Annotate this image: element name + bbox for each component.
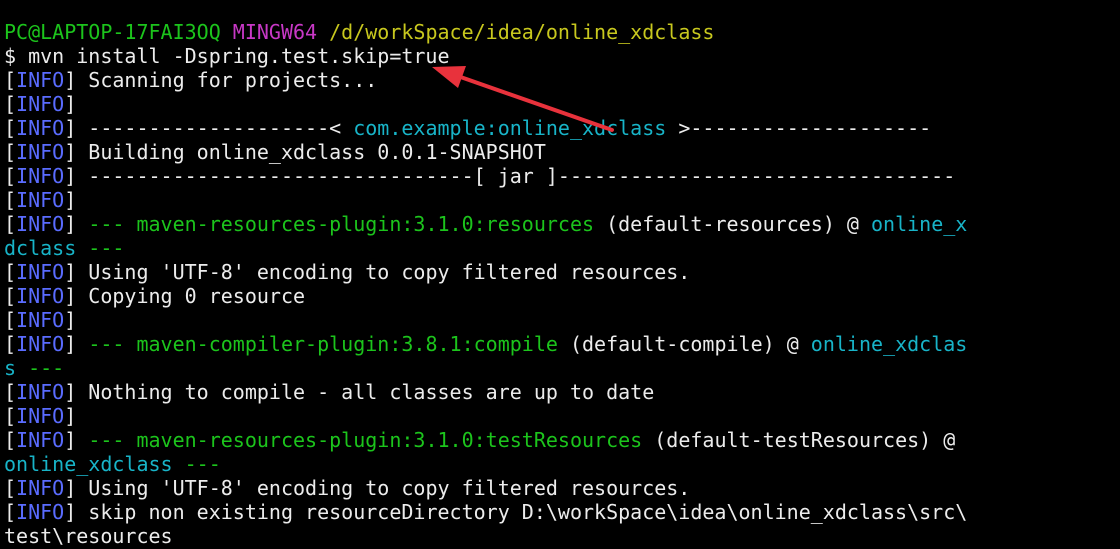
terminal-line: $ mvn install -Dspring.test.skip=true [4,44,1120,68]
terminal-text: [ [4,92,17,116]
terminal-line: [INFO] Using 'UTF-8' encoding to copy fi… [4,476,1120,500]
info-tag: INFO [16,308,65,332]
terminal-text: [ [4,284,17,308]
info-tag: INFO [16,404,65,428]
terminal-text: ] [64,332,89,356]
terminal-line: PC@LAPTOP-17FAI3OQ MINGW64 /d/workSpace/… [4,20,1120,44]
terminal-text: $ mvn install -Dspring.test.skip=true [4,44,450,68]
terminal-text: ] [64,188,77,212]
terminal-line: online_xdclass --- [4,452,1120,476]
terminal-text: [ [4,308,17,332]
terminal-output[interactable]: PC@LAPTOP-17FAI3OQ MINGW64 /d/workSpace/… [4,20,1120,548]
terminal-text: (default-compile) @ [557,332,811,356]
terminal-text: --- [28,356,65,380]
terminal-text: online_x [871,212,968,236]
terminal-line: [INFO] --- maven-resources-plugin:3.1.0:… [4,428,1120,452]
terminal-text: ] --------------------------------[ jar … [64,164,956,188]
terminal-line: [INFO] [4,92,1120,116]
terminal-text: (default-testResources) @ [642,428,956,452]
info-tag: INFO [16,500,65,524]
terminal-line: s --- [4,356,1120,380]
terminal-text: --- maven-resources-plugin:3.1.0:testRes… [88,428,643,452]
info-tag: INFO [16,188,65,212]
terminal-line: [INFO] --- maven-compiler-plugin:3.8.1:c… [4,332,1120,356]
terminal-text: online_xdclass [4,452,173,476]
terminal-text: ] Copying 0 resource [64,284,306,308]
terminal-text: s [4,356,17,380]
terminal-text: --- maven-compiler-plugin:3.8.1:compile [88,332,558,356]
terminal-line: [INFO] --- maven-resources-plugin:3.1.0:… [4,212,1120,236]
info-tag: INFO [16,476,65,500]
terminal-text: MINGW64 [232,20,318,44]
terminal-text: [ [4,140,17,164]
terminal-line: test\resources [4,524,1120,548]
terminal-text: [ [4,164,17,188]
terminal-text: [ [4,116,17,140]
terminal-text: test\resources [4,524,173,548]
terminal-line: [INFO] [4,404,1120,428]
terminal-text: ] --------------------< [64,116,354,140]
terminal-text: com.example:online_xdclass [353,116,667,140]
info-tag: INFO [16,140,65,164]
info-tag: INFO [16,284,65,308]
terminal-text: [ [4,332,17,356]
terminal-text: ] [64,404,77,428]
info-tag: INFO [16,68,65,92]
terminal-line: [INFO] --------------------------------[… [4,164,1120,188]
terminal-line: [INFO] Nothing to compile - all classes … [4,380,1120,404]
terminal-text: ] [64,428,89,452]
terminal-line: [INFO] [4,308,1120,332]
terminal-text: [ [4,500,17,524]
terminal-line: [INFO] Using 'UTF-8' encoding to copy fi… [4,260,1120,284]
info-tag: INFO [16,332,65,356]
terminal-text: --- maven-resources-plugin:3.1.0:resourc… [88,212,595,236]
info-tag: INFO [16,380,65,404]
terminal-text: ] skip non existing resourceDirectory D:… [64,500,968,524]
terminal-line: dclass --- [4,236,1120,260]
terminal-line: [INFO] skip non existing resourceDirecto… [4,500,1120,524]
terminal-text: ] Using 'UTF-8' encoding to copy filtere… [64,260,691,284]
terminal-line: [INFO] --------------------< com.example… [4,116,1120,140]
terminal-line: [INFO] Scanning for projects... [4,68,1120,92]
terminal-text: [ [4,212,17,236]
terminal-text: [ [4,404,17,428]
terminal-text: [ [4,380,17,404]
terminal-text: ] Scanning for projects... [64,68,378,92]
terminal-text: ] [64,92,77,116]
terminal-text: /d/workSpace/idea/online_xdclass [329,20,715,44]
terminal-text: ] Nothing to compile - all classes are u… [64,380,655,404]
info-tag: INFO [16,92,65,116]
terminal-text: [ [4,476,17,500]
terminal-text: [ [4,428,17,452]
info-tag: INFO [16,260,65,284]
terminal-line: [INFO] [4,188,1120,212]
terminal-text: ] [64,308,77,332]
info-tag: INFO [16,164,65,188]
terminal-text: [ [4,68,17,92]
terminal-text: --- [88,236,125,260]
terminal-text: [ [4,260,17,284]
terminal-text: PC@LAPTOP-17FAI3OQ [4,20,221,44]
terminal-line: [INFO] Copying 0 resource [4,284,1120,308]
info-tag: INFO [16,116,65,140]
info-tag: INFO [16,428,65,452]
terminal-text: ] Using 'UTF-8' encoding to copy filtere… [64,476,691,500]
terminal-text: >-------------------- [666,116,932,140]
terminal-text: [ [4,188,17,212]
terminal-text: (default-resources) @ [594,212,871,236]
terminal-text: online_xdclas [810,332,968,356]
terminal-text: dclass [4,236,77,260]
terminal-text: ] Building online_xdclass 0.0.1-SNAPSHOT [64,140,546,164]
terminal-text: ] [64,212,89,236]
terminal-text: --- [184,452,221,476]
info-tag: INFO [16,212,65,236]
terminal-line: [INFO] Building online_xdclass 0.0.1-SNA… [4,140,1120,164]
